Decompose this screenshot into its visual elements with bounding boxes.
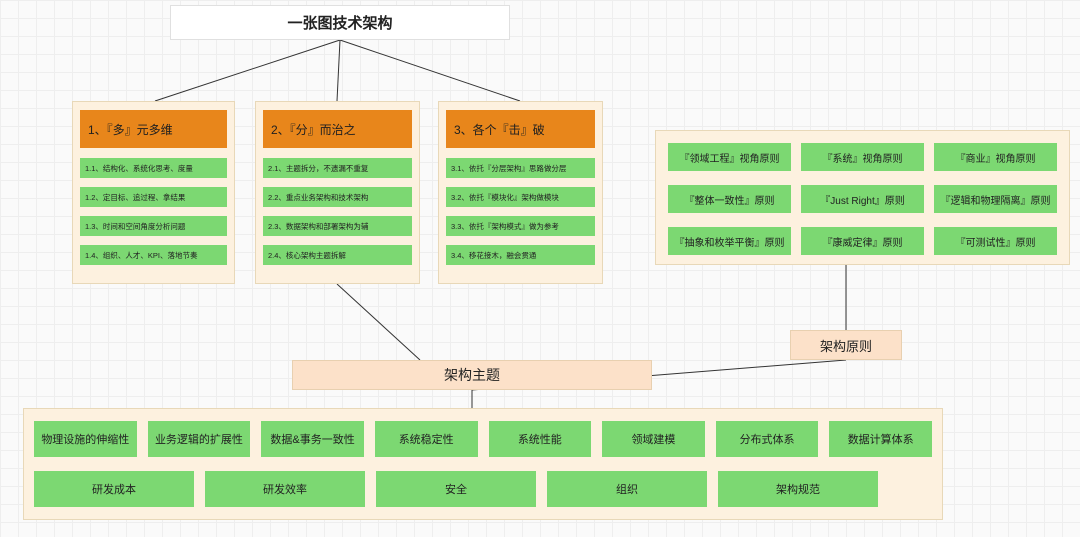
branch-item: 2.1、主题拆分，不遗漏不重复 [263, 158, 412, 178]
branch-item: 3.3、依托『架构模式』做为参考 [446, 216, 595, 236]
branch-item: 2.2、重点业务架构和技术架构 [263, 187, 412, 207]
theme-cell: 物理设施的伸缩性 [34, 421, 137, 457]
theme-cell: 数据&事务一致性 [261, 421, 364, 457]
principles-row: 『抽象和枚举平衡』原则 『康威定律』原则 『可测试性』原则 [668, 227, 1057, 255]
branch-item: 2.3、数据架构和部署架构为辅 [263, 216, 412, 236]
principle-cell: 『领域工程』视角原则 [668, 143, 791, 171]
branch-header-conquer: 3、各个『击』破 [446, 110, 595, 148]
branch-item: 1.2、定目标、追过程、拿结果 [80, 187, 227, 207]
branch-item: 1.3、时间和空间角度分析问题 [80, 216, 227, 236]
root-title: 一张图技术架构 [170, 5, 510, 40]
principle-cell: 『系统』视角原则 [801, 143, 924, 171]
principles-row: 『领域工程』视角原则 『系统』视角原则 『商业』视角原则 [668, 143, 1057, 171]
theme-cell: 数据计算体系 [829, 421, 932, 457]
branch-item: 2.4、核心架构主题拆解 [263, 245, 412, 265]
branch-item: 3.2、依托『模块化』架构做模块 [446, 187, 595, 207]
branch-group-conquer: 3、各个『击』破 3.1、依托『分层架构』思路做分层 3.2、依托『模块化』架构… [438, 101, 603, 284]
branch-item: 1.4、组织、人才、KPI、落地节奏 [80, 245, 227, 265]
principle-cell: 『抽象和枚举平衡』原则 [668, 227, 791, 255]
architecture-theme-label: 架构主题 [292, 360, 652, 390]
principle-cell: 『Just Right』原则 [801, 185, 924, 213]
theme-cell: 安全 [376, 471, 536, 507]
principles-row: 『整体一致性』原则 『Just Right』原则 『逻辑和物理隔离』原则 [668, 185, 1057, 213]
theme-cell: 领域建模 [602, 421, 705, 457]
theme-cell: 组织 [547, 471, 707, 507]
theme-cell: 研发效率 [205, 471, 365, 507]
principle-cell: 『逻辑和物理隔离』原则 [934, 185, 1057, 213]
theme-cell: 研发成本 [34, 471, 194, 507]
branch-item: 3.1、依托『分层架构』思路做分层 [446, 158, 595, 178]
branch-group-divide: 2、『分』而治之 2.1、主题拆分，不遗漏不重复 2.2、重点业务架构和技术架构… [255, 101, 420, 284]
architecture-principles-label: 架构原则 [790, 330, 902, 360]
branch-item: 3.4、移花接木，融会贯通 [446, 245, 595, 265]
branch-item: 1.1、结构化、系统化思考、度量 [80, 158, 227, 178]
theme-cell: 分布式体系 [716, 421, 819, 457]
principle-cell: 『商业』视角原则 [934, 143, 1057, 171]
theme-cell: 架构规范 [718, 471, 878, 507]
theme-row: 物理设施的伸缩性 业务逻辑的扩展性 数据&事务一致性 系统稳定性 系统性能 领域… [34, 421, 932, 457]
architecture-theme-container: 物理设施的伸缩性 业务逻辑的扩展性 数据&事务一致性 系统稳定性 系统性能 领域… [23, 408, 943, 520]
branch-group-multi: 1、『多』元多维 1.1、结构化、系统化思考、度量 1.2、定目标、追过程、拿结… [72, 101, 235, 284]
theme-cell: 系统稳定性 [375, 421, 478, 457]
architecture-principles-container: 『领域工程』视角原则 『系统』视角原则 『商业』视角原则 『整体一致性』原则 『… [655, 130, 1070, 265]
branch-header-divide: 2、『分』而治之 [263, 110, 412, 148]
theme-cell: 系统性能 [489, 421, 592, 457]
theme-cell: 业务逻辑的扩展性 [148, 421, 251, 457]
branch-header-multi: 1、『多』元多维 [80, 110, 227, 148]
principle-cell: 『可测试性』原则 [934, 227, 1057, 255]
principle-cell: 『康威定律』原则 [801, 227, 924, 255]
theme-row: 研发成本 研发效率 安全 组织 架构规范 [34, 471, 932, 507]
principle-cell: 『整体一致性』原则 [668, 185, 791, 213]
